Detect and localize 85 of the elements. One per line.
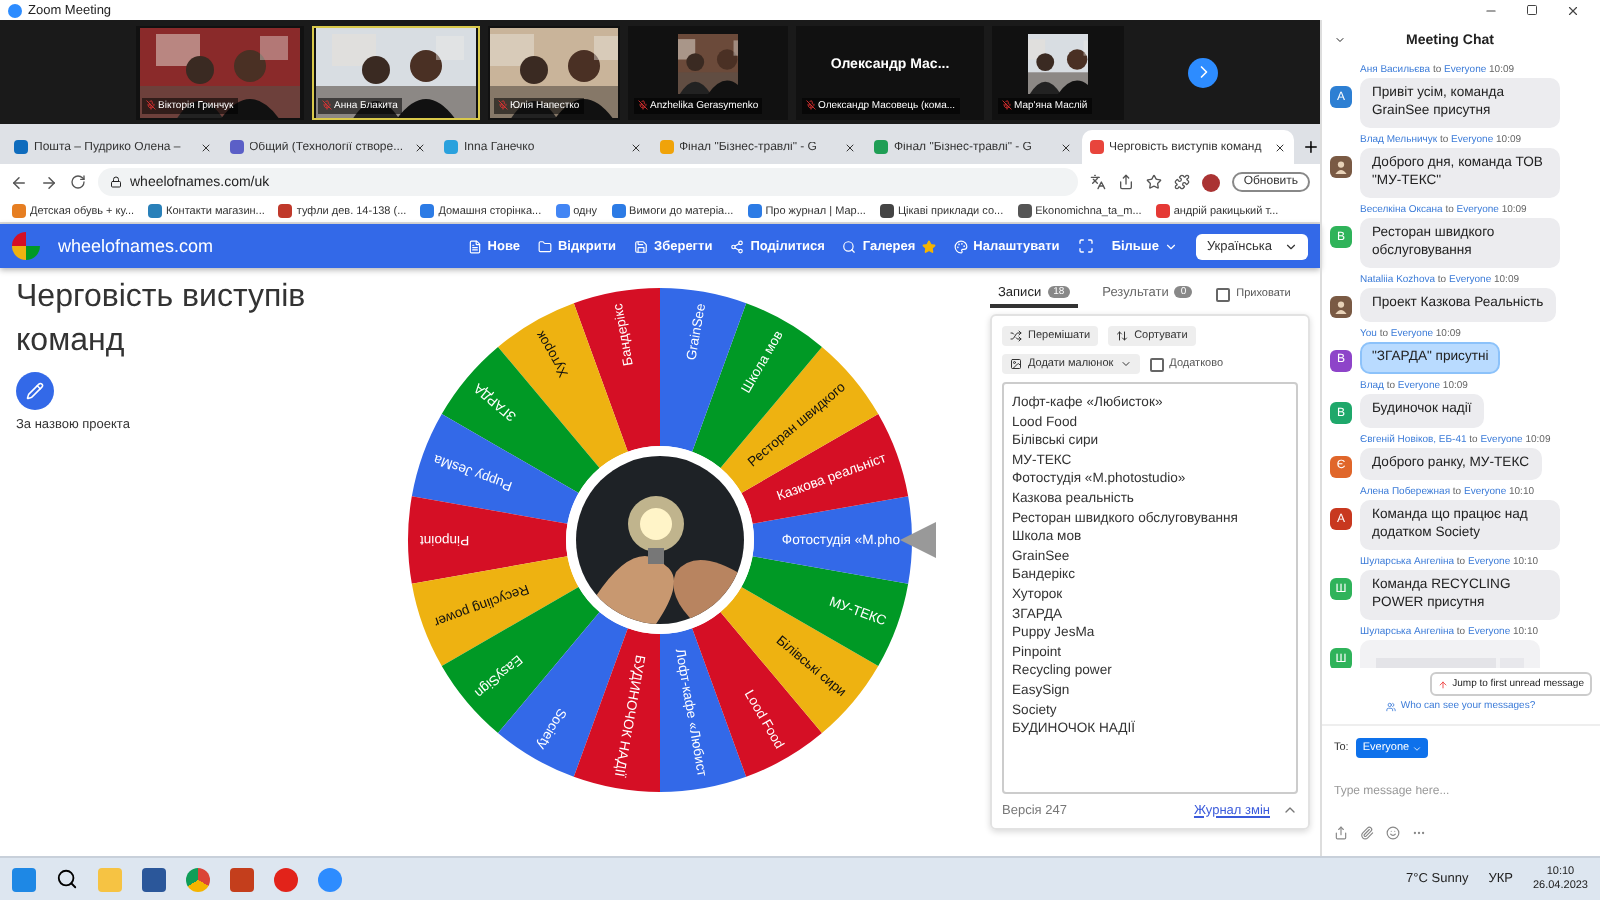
- reload-icon[interactable]: [70, 174, 86, 190]
- more-icon[interactable]: [1412, 826, 1426, 840]
- search-icon: [842, 239, 857, 253]
- close-icon[interactable]: [1566, 3, 1580, 17]
- edit-button[interactable]: [16, 372, 54, 410]
- muted-mic-icon: [638, 100, 648, 110]
- bookmark-icon: [555, 204, 570, 218]
- star-icon[interactable]: [1145, 174, 1162, 190]
- muted-mic-icon: [1002, 100, 1012, 110]
- new-tab-icon[interactable]: [1302, 138, 1320, 156]
- tab-icon: [14, 140, 28, 154]
- caret-icon: [1411, 743, 1422, 753]
- close-icon[interactable]: [844, 141, 856, 153]
- folder-icon: [537, 239, 552, 253]
- zoom-logo-icon: [8, 3, 22, 17]
- bookmark-icon: [278, 204, 293, 218]
- windows-icon[interactable]: [12, 867, 36, 891]
- tab-icon: [659, 140, 673, 154]
- bookmark-icon: [420, 204, 435, 218]
- muted-mic-icon: [498, 100, 508, 110]
- avatar-icon: [1330, 296, 1352, 318]
- close-icon[interactable]: [414, 141, 426, 153]
- fullscreen-icon[interactable]: [1077, 238, 1094, 254]
- bookmark-icon: [148, 204, 163, 218]
- back-icon[interactable]: [10, 173, 28, 191]
- close-icon[interactable]: [1059, 141, 1071, 153]
- page-title: Черговість виступів команд: [16, 278, 308, 362]
- forward-icon[interactable]: [40, 173, 58, 191]
- caret-icon: [1119, 358, 1132, 370]
- extensions-icon[interactable]: [1173, 174, 1190, 190]
- collapse-icon[interactable]: [1282, 802, 1298, 818]
- tab-icon: [1089, 140, 1103, 154]
- emoji-icon[interactable]: [1386, 826, 1400, 840]
- bookmark-icon: [747, 204, 762, 218]
- share-icon: [730, 239, 745, 253]
- wheel-segment[interactable]: [408, 496, 568, 584]
- sort-icon: [1116, 330, 1129, 342]
- app-icon[interactable]: [274, 867, 298, 891]
- muted-mic-icon: [146, 100, 156, 110]
- attach-icon[interactable]: [1360, 826, 1374, 840]
- maximize-icon[interactable]: [1526, 3, 1538, 15]
- star-icon: [921, 239, 936, 253]
- muted-mic-icon: [806, 100, 816, 110]
- app-icon[interactable]: [230, 867, 254, 891]
- lock-icon: [110, 176, 122, 188]
- tab-icon: [874, 140, 888, 154]
- profile-avatar-icon[interactable]: [1201, 173, 1220, 191]
- wheel-segment[interactable]: [573, 288, 660, 452]
- wheel-segment[interactable]: [752, 496, 912, 584]
- caret-icon: [1164, 239, 1179, 253]
- bookmark-icon: [1017, 204, 1032, 218]
- pencil-icon: [26, 382, 44, 400]
- wheel-segment[interactable]: [692, 612, 822, 777]
- bookmark-icon: [879, 204, 894, 218]
- share-icon[interactable]: [1334, 826, 1348, 840]
- close-icon[interactable]: [199, 141, 211, 153]
- close-icon[interactable]: [629, 141, 641, 153]
- app-icon[interactable]: [142, 867, 166, 891]
- tab-icon: [444, 140, 458, 154]
- bookmark-icon: [611, 204, 626, 218]
- muted-mic-icon: [322, 100, 332, 110]
- share-icon[interactable]: [1117, 174, 1134, 190]
- image-icon: [1010, 358, 1022, 370]
- wheel-segment[interactable]: [573, 628, 660, 792]
- tab-icon: [229, 140, 243, 154]
- close-icon[interactable]: [1274, 141, 1286, 153]
- next-page-button[interactable]: [1188, 57, 1218, 87]
- palette-icon: [953, 239, 968, 253]
- collapse-icon[interactable]: [1334, 34, 1346, 46]
- site-logo[interactable]: wheelofnames.com: [58, 236, 450, 256]
- shuffle-icon: [1010, 330, 1022, 342]
- zoom-icon[interactable]: [318, 867, 342, 891]
- people-icon: [1386, 701, 1397, 711]
- caret-icon: [1284, 239, 1298, 253]
- pointer-icon: [900, 522, 936, 558]
- save-icon: [634, 239, 649, 253]
- arrow-up-icon: [1438, 679, 1449, 689]
- browser-icon[interactable]: [186, 867, 210, 891]
- bookmark-icon: [1155, 204, 1170, 218]
- translate-icon[interactable]: [1089, 174, 1106, 190]
- bookmark-icon: [12, 204, 26, 218]
- avatar-icon: [1330, 156, 1352, 178]
- wheel-segment[interactable]: [660, 628, 747, 792]
- file-icon: [467, 239, 482, 253]
- search-icon[interactable]: [56, 868, 78, 890]
